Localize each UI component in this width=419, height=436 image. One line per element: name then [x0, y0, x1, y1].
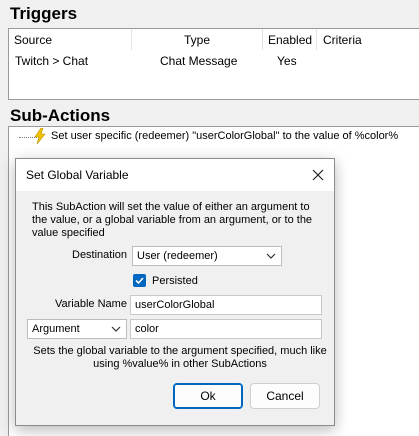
subactions-title: Sub-Actions [10, 106, 111, 125]
list-item[interactable]: Set user specific (redeemer) "userColorG… [9, 127, 419, 145]
trigger-source: Twitch > Chat [15, 54, 89, 68]
dialog-hint: Sets the global variable to the argument… [33, 345, 327, 370]
source-mode-value: Argument [32, 323, 80, 335]
triggers-table[interactable]: Source Type Enabled Criteria Twitch > Ch… [8, 28, 419, 100]
set-global-variable-dialog: Set Global Variable This SubAction will … [15, 158, 335, 426]
close-icon[interactable] [308, 165, 328, 185]
persisted-label[interactable]: Persisted [152, 275, 198, 287]
column-type[interactable]: Type [184, 33, 210, 47]
chevron-down-icon [266, 253, 276, 259]
column-source[interactable]: Source [14, 33, 52, 47]
checkmark-icon [135, 277, 144, 285]
table-row[interactable]: Twitch > Chat Chat Message Yes [9, 51, 419, 71]
destination-value: User (redeemer) [137, 250, 218, 262]
destination-select[interactable]: User (redeemer) [132, 246, 282, 266]
dialog-titlebar[interactable]: Set Global Variable [16, 159, 334, 191]
dialog-body: This SubAction will set the value of eit… [16, 191, 334, 427]
subaction-label: Set user specific (redeemer) "userColorG… [51, 130, 399, 142]
lightning-bolt-icon [34, 128, 46, 144]
trigger-enabled: Yes [277, 54, 297, 68]
destination-label: Destination [72, 249, 128, 261]
trigger-type: Chat Message [160, 54, 238, 68]
column-enabled[interactable]: Enabled [268, 33, 312, 47]
persisted-checkbox[interactable] [133, 274, 146, 287]
dialog-description: This SubAction will set the value of eit… [32, 201, 313, 239]
variable-name-input[interactable]: userColorGlobal [130, 295, 322, 315]
variable-name-label: Variable Name [55, 298, 127, 310]
cancel-button[interactable]: Cancel [250, 383, 320, 409]
ok-button[interactable]: Ok [173, 383, 243, 409]
triggers-header: Source Type Enabled Criteria [9, 29, 419, 50]
source-value-input[interactable]: color [130, 319, 322, 339]
dialog-title: Set Global Variable [26, 168, 129, 182]
triggers-title: Triggers [10, 4, 78, 23]
chevron-down-icon [111, 326, 121, 332]
source-mode-select[interactable]: Argument [27, 319, 127, 339]
column-criteria[interactable]: Criteria [323, 33, 362, 47]
